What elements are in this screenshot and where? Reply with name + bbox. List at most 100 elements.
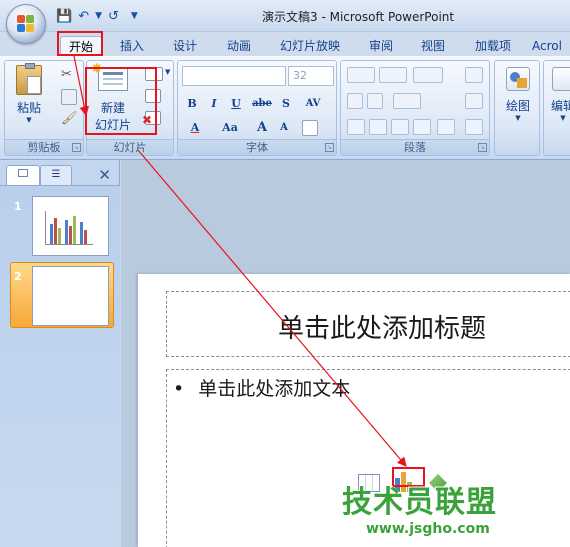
slide-number: 1: [14, 200, 22, 213]
slide-thumbnail-icon: [18, 169, 28, 177]
slide-thumbnail-2[interactable]: [32, 266, 109, 326]
font-name-combo[interactable]: [182, 66, 286, 86]
numbering-icon[interactable]: [379, 67, 407, 83]
binoculars-icon: [552, 67, 570, 91]
office-logo-icon: [17, 15, 35, 33]
paste-label: 粘贴: [16, 101, 41, 115]
shrink-font-button[interactable]: A: [276, 119, 292, 137]
dialog-launcher-icon[interactable]: ↘: [478, 143, 487, 152]
body-placeholder-text: • 单击此处添加文本: [173, 374, 350, 401]
clipboard-group: 粘贴 ▼ ✂ 🖌 剪贴板 ↘: [4, 60, 84, 156]
drawing-label: 绘图: [505, 99, 530, 113]
undo-icon[interactable]: ↶: [78, 9, 89, 24]
decrease-indent-icon[interactable]: [347, 93, 363, 109]
editing-button[interactable]: 编辑 ▼: [546, 67, 570, 122]
slides-group: ✸ 新建 幻灯片 ▼ ▼ ✖ 幻灯片: [86, 60, 174, 156]
office-button[interactable]: [6, 4, 46, 44]
quick-access-toolbar: 💾 ↶ ▼ ↺ ▼: [56, 7, 138, 25]
cut-icon[interactable]: ✂: [61, 67, 77, 83]
char-spacing-button[interactable]: AV: [300, 95, 326, 113]
italic-button[interactable]: I: [206, 95, 222, 113]
ribbon: 粘贴 ▼ ✂ 🖌 剪贴板 ↘ ✸ 新建 幻灯片 ▼ ▼ ✖ 幻灯片: [0, 56, 570, 160]
strikethrough-button[interactable]: abe: [250, 95, 274, 113]
reset-slide-icon[interactable]: [145, 89, 161, 103]
paste-button[interactable]: 粘贴 ▼: [13, 63, 45, 124]
tab-slideshow[interactable]: 幻灯片放映: [275, 36, 345, 56]
justify-icon[interactable]: [413, 119, 431, 135]
grow-font-button[interactable]: A: [254, 119, 270, 137]
new-slide-icon: ✸: [91, 62, 128, 91]
copy-icon[interactable]: [61, 89, 77, 105]
line-spacing-icon[interactable]: [413, 67, 443, 83]
paragraph-group: 段落 ↘: [340, 60, 490, 156]
chevron-down-icon: ▼: [26, 116, 32, 124]
align-text-icon[interactable]: [465, 93, 483, 109]
watermark-url: www.jsgho.com: [366, 521, 490, 537]
slide-thumbnail-1[interactable]: [32, 196, 109, 256]
distributed-icon[interactable]: [437, 119, 455, 135]
editing-group: 编辑 ▼: [543, 60, 570, 156]
customize-qat-icon[interactable]: ▼: [131, 11, 138, 21]
slides-tab[interactable]: [6, 165, 40, 185]
layout-icon[interactable]: [145, 67, 163, 81]
chart-thumbnail-icon: [45, 211, 93, 245]
ribbon-tabs: 开始 插入 设计 动画 幻灯片放映 审阅 视图 加载项 Acrol: [0, 32, 570, 56]
dialog-launcher-icon[interactable]: ↘: [72, 143, 81, 152]
font-group-label: 字体: [178, 139, 336, 155]
tab-insert[interactable]: 插入: [112, 36, 152, 56]
redo-icon[interactable]: ↺: [108, 9, 119, 24]
outline-tab[interactable]: ☰: [40, 165, 72, 185]
increase-indent-icon[interactable]: [367, 93, 383, 109]
paste-icon: [16, 63, 42, 95]
body-text: 单击此处添加文本: [198, 378, 351, 400]
slides-panel: ☰ ✕ 1 2: [0, 160, 120, 547]
drawing-group: 绘图 ▼: [494, 60, 540, 156]
shadow-button[interactable]: S: [278, 95, 294, 113]
chevron-down-icon: ▼: [165, 68, 171, 76]
delete-slide-icon[interactable]: ✖: [142, 111, 161, 126]
text-direction-icon[interactable]: [465, 67, 483, 83]
window-title: 演示文稿3 - Microsoft PowerPoint: [262, 10, 455, 24]
save-icon[interactable]: 💾: [56, 9, 72, 24]
columns-icon[interactable]: [393, 93, 421, 109]
tab-acrobat[interactable]: Acrol: [532, 36, 570, 56]
bullets-icon[interactable]: [347, 67, 375, 83]
watermark-text: 技术员联盟: [342, 485, 497, 520]
new-slide-label-2: 幻灯片: [94, 118, 131, 132]
title-placeholder[interactable]: 单击此处添加标题: [166, 291, 570, 357]
chevron-down-icon: ▼: [515, 114, 521, 122]
align-right-icon[interactable]: [391, 119, 409, 135]
paragraph-group-label: 段落: [341, 139, 489, 155]
slides-group-label: 幻灯片: [87, 139, 173, 155]
bullet: •: [173, 378, 185, 400]
title-bar: 💾 ↶ ▼ ↺ ▼ 演示文稿3 - Microsoft PowerPoint: [0, 0, 570, 32]
drawing-button[interactable]: 绘图 ▼: [499, 67, 537, 122]
font-size-combo[interactable]: 32: [288, 66, 334, 86]
tab-review[interactable]: 审阅: [361, 36, 401, 56]
bold-button[interactable]: B: [184, 95, 200, 113]
close-icon[interactable]: ✕: [98, 166, 111, 184]
font-color-button[interactable]: A: [186, 119, 204, 137]
tab-view[interactable]: 视图: [413, 36, 453, 56]
font-group: 32 B I U abe S AV A Aa A A 字体 ↘: [177, 60, 337, 156]
new-slide-button[interactable]: ✸ 新建 幻灯片 ▼: [91, 62, 135, 147]
tab-home[interactable]: 开始: [60, 36, 102, 56]
outline-icon: ☰: [51, 169, 61, 180]
title-placeholder-text: 单击此处添加标题: [278, 314, 487, 344]
tab-animation[interactable]: 动画: [219, 36, 259, 56]
change-case-button[interactable]: Aa: [218, 119, 242, 137]
format-painter-icon[interactable]: 🖌: [61, 111, 78, 127]
tab-design[interactable]: 设计: [165, 36, 205, 56]
smartart-icon[interactable]: [465, 119, 483, 135]
dialog-launcher-icon[interactable]: ↘: [325, 143, 334, 152]
clear-format-icon[interactable]: [302, 120, 318, 136]
chevron-down-icon: ▼: [560, 114, 566, 122]
align-left-icon[interactable]: [347, 119, 365, 135]
tab-addins[interactable]: 加载项: [468, 36, 518, 56]
align-center-icon[interactable]: [369, 119, 387, 135]
underline-button[interactable]: U: [228, 95, 244, 113]
dropdown-arrow-icon[interactable]: ▼: [95, 11, 102, 21]
shapes-icon: [506, 67, 530, 91]
watermark: 技术员联盟 www.jsgho.com: [342, 477, 532, 547]
slide-thumbnails: 1 2: [0, 185, 120, 547]
